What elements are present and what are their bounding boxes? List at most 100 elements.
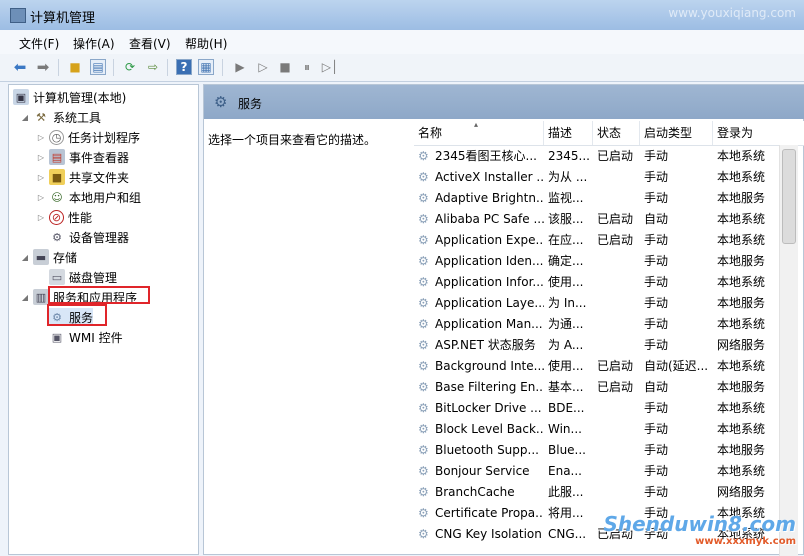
service-row[interactable]: ⚙ ActiveX Installer ... 为从 ... 手动 本地系统 [414, 167, 774, 188]
restart-icon[interactable]: ▷│ [322, 59, 338, 75]
collapsed-arrow-icon[interactable]: ▷ [37, 153, 45, 162]
service-name: ⚙ Application Expe... [418, 230, 544, 251]
tree-shared-folders[interactable]: ▷ ■ 共享文件夹 [37, 168, 129, 186]
tree-wmi-control[interactable]: ▣ WMI 控件 [49, 328, 123, 346]
service-gear-icon: ⚙ [418, 191, 429, 205]
service-row[interactable]: ⚙ Application Expe... 在应... 已启动 手动 本地系统 [414, 230, 774, 251]
service-gear-icon: ⚙ [418, 506, 429, 520]
panel-header: ⚙ 服务 [204, 85, 804, 119]
tree-system-tools[interactable]: ◢ ⚒ 系统工具 [21, 108, 101, 126]
service-status [597, 482, 640, 503]
service-description: Ena... [548, 464, 582, 478]
tree-root[interactable]: ▣ 计算机管理(本地) [13, 88, 126, 106]
tree-root-label: 计算机管理(本地) [33, 90, 127, 105]
description-prompt: 选择一个项目来查看它的描述。 [208, 133, 377, 147]
services-header-gear-icon: ⚙ [214, 93, 228, 111]
play-icon[interactable]: ▶ [232, 59, 248, 75]
col-status[interactable]: 状态 [593, 121, 640, 145]
tree-disk-management[interactable]: ▭ 磁盘管理 [49, 268, 117, 286]
collapsed-arrow-icon[interactable]: ▷ [37, 193, 45, 202]
export-list-icon[interactable]: ⇨ [145, 59, 161, 75]
service-description: 在应... [548, 233, 584, 247]
service-description: 此服... [548, 485, 584, 499]
pause-icon[interactable]: ⏸ [299, 59, 315, 75]
properties-icon[interactable]: ▦ [198, 59, 214, 75]
service-row[interactable]: ⚙ Application Laye... 为 In... 手动 本地服务 [414, 293, 774, 314]
back-arrow-icon[interactable]: ⬅ [12, 58, 28, 76]
users-icon: ☺ [51, 190, 63, 204]
stop-icon[interactable]: ■ [277, 59, 293, 75]
expanded-arrow-icon[interactable]: ◢ [21, 113, 29, 122]
service-status [597, 440, 640, 461]
forward-arrow-icon[interactable]: ➡ [35, 58, 51, 76]
service-row[interactable]: ⚙ Application Iden... 确定... 手动 本地服务 [414, 251, 774, 272]
refresh-icon[interactable]: ⟳ [122, 59, 138, 75]
storage-icon: ▬ [33, 249, 49, 265]
service-logon-as: 本地系统 [717, 464, 766, 478]
tree-task-scheduler[interactable]: ▷ ◷ 任务计划程序 [37, 128, 140, 146]
col-startup-type[interactable]: 启动类型 [640, 121, 713, 145]
tree-device-manager[interactable]: ⚙ 设备管理器 [49, 228, 129, 246]
service-description: 2345... [548, 149, 590, 163]
service-description: Blue... [548, 443, 586, 457]
menu-view[interactable]: 查看(V) [129, 35, 171, 52]
service-gear-icon: ⚙ [418, 296, 429, 310]
service-status [597, 167, 640, 188]
collapsed-arrow-icon[interactable]: ▷ [37, 133, 45, 142]
tree-wmi-label: WMI 控件 [69, 330, 123, 345]
col-name[interactable]: 名称 ▴ [414, 120, 544, 145]
service-row[interactable]: ⚙ Adaptive Brightn... 监视... 手动 本地服务 [414, 188, 774, 209]
service-logon-as: 本地系统 [717, 317, 766, 331]
service-gear-icon: ⚙ [418, 149, 429, 163]
menu-help[interactable]: 帮助(H) [185, 35, 227, 52]
vertical-scrollbar[interactable] [779, 145, 798, 556]
service-name: ⚙ BranchCache [418, 482, 544, 503]
tree-disk-management-label: 磁盘管理 [69, 270, 118, 285]
service-row[interactable]: ⚙ Background Inte... 使用... 已启动 自动(延迟... 本地系统 [414, 356, 774, 377]
service-status [597, 251, 640, 272]
services-panel: ⚙ 服务 选择一个项目来查看它的描述。 名称 ▴ 描述 状态 启动类型 登录为 … [203, 84, 804, 556]
scrollbar-thumb[interactable] [782, 149, 796, 244]
expanded-arrow-icon[interactable]: ◢ [21, 253, 29, 262]
tree-local-users[interactable]: ▷ ☺ 本地用户和组 [37, 188, 141, 206]
service-description: 该服... [548, 212, 584, 226]
service-row[interactable]: ⚙ Bonjour Service Ena... 手动 本地系统 [414, 461, 774, 482]
highlight-box-services-apps [48, 286, 150, 304]
table-header: 名称 ▴ 描述 状态 启动类型 登录为 [414, 120, 804, 146]
menu-action[interactable]: 操作(A) [73, 35, 115, 52]
tree-event-viewer[interactable]: ▷ ▤ 事件查看器 [37, 148, 129, 166]
services-table: 名称 ▴ 描述 状态 启动类型 登录为 ⚙ 2345看图王核心... 2345...… [414, 120, 804, 556]
tree-performance[interactable]: ▷ ⊘ 性能 [37, 208, 92, 226]
play-alt-icon[interactable]: ▷ [255, 59, 271, 75]
service-row[interactable]: ⚙ Application Man... 为通... 手动 本地系统 [414, 314, 774, 335]
up-folder-icon[interactable]: ■ [67, 59, 83, 75]
service-name: ⚙ Background Inte... [418, 356, 544, 377]
help-icon[interactable]: ? [176, 59, 192, 75]
service-row[interactable]: ⚙ Block Level Back... Win... 手动 本地系统 [414, 419, 774, 440]
collapsed-arrow-icon[interactable]: ▷ [37, 213, 45, 222]
tree-storage[interactable]: ◢ ▬ 存储 [21, 248, 77, 266]
highlight-box-services [47, 304, 107, 326]
service-row[interactable]: ⚙ ASP.NET 状态服务为 A... 手动 网络服务 [414, 335, 774, 356]
service-description: Win... [548, 422, 582, 436]
service-row[interactable]: ⚙ BranchCache 此服... 手动 网络服务 [414, 482, 774, 503]
disk-icon: ▭ [49, 269, 65, 285]
service-row[interactable]: ⚙ Bluetooth Supp... Blue... 手动 本地服务 [414, 440, 774, 461]
service-row[interactable]: ⚙ Base Filtering En... 基本... 已启动 自动 本地服务 [414, 377, 774, 398]
collapsed-arrow-icon[interactable]: ▷ [37, 173, 45, 182]
service-gear-icon: ⚙ [418, 401, 429, 415]
col-description[interactable]: 描述 [544, 121, 593, 145]
service-gear-icon: ⚙ [418, 170, 429, 184]
service-row[interactable]: ⚙ 2345看图王核心... 2345... 已启动 手动 本地系统 [414, 146, 774, 167]
service-row[interactable]: ⚙ BitLocker Drive ... BDE... 手动 本地系统 [414, 398, 774, 419]
service-status [597, 314, 640, 335]
tools-icon: ⚒ [36, 110, 46, 124]
col-logon-as[interactable]: 登录为 [713, 121, 779, 145]
service-logon-as: 本地系统 [717, 275, 766, 289]
service-row[interactable]: ⚙ Application Infor... 使用... 手动 本地系统 [414, 272, 774, 293]
service-row[interactable]: ⚙ Alibaba PC Safe ... 该服... 已启动 自动 本地系统 [414, 209, 774, 230]
expanded-arrow-icon[interactable]: ◢ [21, 293, 29, 302]
menu-file[interactable]: 文件(F) [19, 35, 59, 52]
service-name: ⚙ Application Infor... [418, 272, 544, 293]
show-hide-tree-icon[interactable]: ▤ [90, 59, 106, 75]
